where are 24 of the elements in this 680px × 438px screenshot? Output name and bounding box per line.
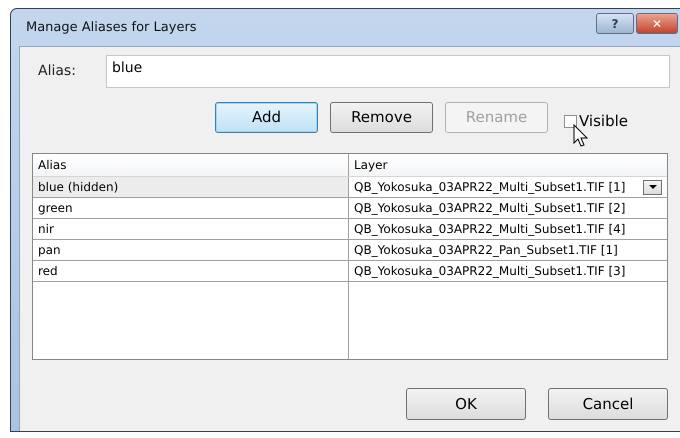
alias-cell[interactable]: green [33,198,349,218]
dialog-button[interactable]: Cancel [548,388,668,420]
alias-field[interactable]: blue [106,54,670,88]
alias-cell[interactable]: red [33,261,349,281]
visible-checkbox[interactable] [564,114,577,128]
layer-cell[interactable]: QB_Yokosuka_03APR22_Multi_Subset1.TIF [3] [354,264,626,278]
action-button[interactable]: Add [215,102,318,132]
column-header[interactable]: Alias [33,154,349,176]
alias-cell[interactable]: pan [33,240,349,260]
layer-cell[interactable]: QB_Yokosuka_03APR22_Pan_Subset1.TIF [1] [354,243,618,257]
checkbox-label: Visible [579,112,628,130]
caret-icon [648,185,656,189]
window-title: Manage Aliases for Layers [26,20,197,35]
alias-label: Alias: [38,63,77,79]
alias-cell[interactable]: nir [33,219,349,239]
action-button[interactable]: Remove [330,102,433,132]
alias-cell[interactable]: blue (hidden) [33,177,349,197]
dialog-button[interactable]: OK [406,388,526,420]
dropdown-button[interactable] [643,180,662,194]
column-header[interactable]: Layer [349,154,667,176]
layer-cell[interactable]: QB_Yokosuka_03APR22_Multi_Subset1.TIF [2] [354,201,626,215]
layer-cell[interactable]: QB_Yokosuka_03APR22_Multi_Subset1.TIF [4] [354,222,626,236]
layer-cell[interactable]: QB_Yokosuka_03APR22_Multi_Subset1.TIF [1] [354,180,626,194]
help-button[interactable]: ? [596,13,634,34]
